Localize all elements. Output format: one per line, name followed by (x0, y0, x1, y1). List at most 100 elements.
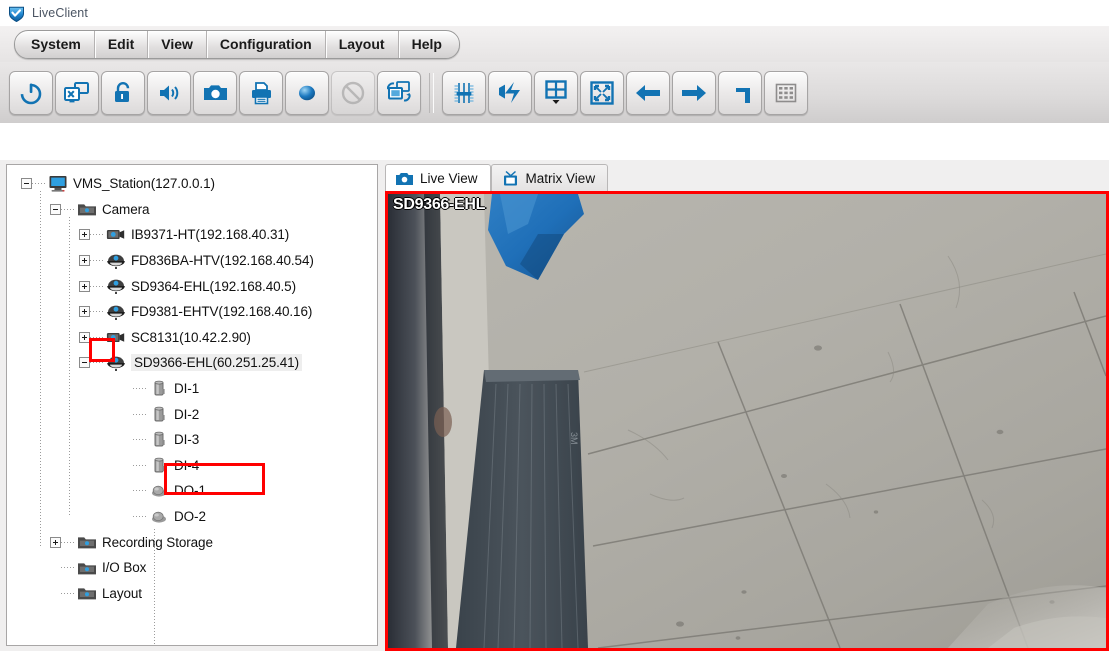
tree-connector-dash (61, 209, 75, 210)
tree-node[interactable]: SD9364-EHL(192.168.40.5) (7, 273, 377, 299)
tree-node-label: IB9371-HT(192.168.40.31) (131, 227, 289, 242)
folder-icon (77, 559, 97, 576)
tree-node-label: FD9381-EHTV(192.168.40.16) (131, 304, 312, 319)
collapse-toggle-icon[interactable] (50, 204, 61, 215)
video-canvas: 3M (388, 194, 1106, 648)
tree-connector-dash (61, 542, 75, 543)
tree-node-label: VMS_Station(127.0.0.1) (73, 176, 215, 191)
live-client-window: LiveClient System Edit View Configuratio… (0, 0, 1109, 651)
fast-playback-icon-button[interactable] (488, 71, 532, 115)
tree-node[interactable]: Recording Storage (7, 529, 377, 555)
tree-node-label: SD9366-EHL(60.251.25.41) (131, 354, 302, 371)
tv-icon (501, 170, 520, 187)
arrow-right-icon-button[interactable] (672, 71, 716, 115)
video-overlay-label: SD9366-EHL (393, 196, 485, 214)
device-tree: VMS_Station(127.0.0.1) Camera IB9371-HT(19… (7, 165, 377, 606)
menu-edit[interactable]: Edit (95, 31, 148, 58)
rotate-back-icon-button[interactable] (718, 71, 762, 115)
fullscreen-icon-button[interactable] (580, 71, 624, 115)
collapse-toggle-icon[interactable] (21, 178, 32, 189)
di-cylinder-icon (149, 431, 169, 448)
folder-icon (77, 585, 97, 602)
tree-node-label: DO-1 (174, 483, 206, 498)
tree-node[interactable]: FD836BA-HTV(192.168.40.54) (7, 248, 377, 274)
view-tabs: Live View Matrix View (385, 163, 608, 191)
tree-node-label: Layout (102, 586, 142, 601)
speaker-icon-button[interactable] (147, 71, 191, 115)
tree-node[interactable]: FD9381-EHTV(192.168.40.16) (7, 299, 377, 325)
device-tree-panel[interactable]: VMS_Station(127.0.0.1) Camera IB9371-HT(19… (6, 164, 378, 646)
tree-node[interactable]: DO-2 (7, 504, 377, 530)
menu-configuration[interactable]: Configuration (207, 31, 326, 58)
dome-camera-icon (106, 252, 126, 269)
tree-node-label: FD836BA-HTV(192.168.40.54) (131, 253, 314, 268)
tree-node-label: DI-4 (174, 458, 199, 473)
toolbar-separator (429, 73, 434, 113)
expand-toggle-icon[interactable] (79, 306, 90, 317)
expand-toggle-icon[interactable] (79, 332, 90, 343)
tree-connector-dash (90, 260, 104, 261)
tree-node[interactable]: SD9366-EHL(60.251.25.41) (7, 350, 377, 376)
tab-matrix-view[interactable]: Matrix View (491, 164, 609, 191)
tree-node[interactable]: Layout (7, 581, 377, 607)
monitor-icon (48, 175, 68, 192)
tree-node-label: DO-2 (174, 509, 206, 524)
tree-node[interactable]: DO-1 (7, 478, 377, 504)
tree-node[interactable]: DI-3 (7, 427, 377, 453)
collapse-toggle-icon[interactable] (79, 357, 90, 368)
power-icon-button[interactable] (9, 71, 53, 115)
arrow-left-icon-button[interactable] (626, 71, 670, 115)
tree-node[interactable]: DI-1 (7, 376, 377, 402)
menu-system[interactable]: System (15, 31, 95, 58)
expand-toggle-icon[interactable] (50, 537, 61, 548)
snapshot-camera-icon-button[interactable] (193, 71, 237, 115)
sync-monitor-icon-button[interactable] (377, 71, 421, 115)
tree-connector-dash (32, 183, 46, 184)
tab-live-view-label: Live View (420, 171, 478, 186)
title-bar: LiveClient (0, 0, 1109, 26)
tree-node[interactable]: Camera (7, 197, 377, 223)
grid-small-icon-button[interactable] (764, 71, 808, 115)
menu-view[interactable]: View (148, 31, 207, 58)
tree-node-label: Recording Storage (102, 535, 213, 550)
do-dome-icon (149, 482, 169, 499)
expand-toggle-icon[interactable] (79, 229, 90, 240)
tree-connector-dash (133, 388, 147, 389)
tree-connector-dash (90, 234, 104, 235)
camera-icon (395, 171, 414, 186)
tree-connector-dash (133, 439, 147, 440)
view-pane: Live View Matrix View (385, 160, 1109, 651)
print-icon-button[interactable] (239, 71, 283, 115)
no-entry-icon-button[interactable] (331, 71, 375, 115)
layout-grid-icon-button[interactable] (534, 71, 578, 115)
tree-connector-dash (90, 311, 104, 312)
tab-matrix-view-label: Matrix View (526, 171, 596, 186)
equalizer-icon-button[interactable] (442, 71, 486, 115)
tree-connector-dash (61, 567, 75, 568)
tree-node-label: DI-1 (174, 381, 199, 396)
tree-node[interactable]: IB9371-HT(192.168.40.31) (7, 222, 377, 248)
tree-connector-dash (133, 490, 147, 491)
disconnect-monitor-icon-button[interactable] (55, 71, 99, 115)
unlock-icon-button[interactable] (101, 71, 145, 115)
menu-help[interactable]: Help (399, 31, 459, 58)
menu-bar-area: System Edit View Configuration Layout He… (0, 26, 1109, 62)
tree-node[interactable]: I/O Box (7, 555, 377, 581)
menu-bar: System Edit View Configuration Layout He… (14, 30, 460, 59)
record-dot-icon-button[interactable] (285, 71, 329, 115)
toolbar (0, 62, 1109, 123)
menu-layout[interactable]: Layout (326, 31, 399, 58)
expand-toggle-icon[interactable] (79, 281, 90, 292)
tree-connector-dash (133, 414, 147, 415)
tree-node[interactable]: VMS_Station(127.0.0.1) (7, 171, 377, 197)
tab-live-view[interactable]: Live View (385, 164, 491, 191)
toolbar-group-view (441, 71, 809, 115)
expand-toggle-icon[interactable] (79, 255, 90, 266)
tree-node-label: I/O Box (102, 560, 146, 575)
tree-node[interactable]: SC8131(10.42.2.90) (7, 325, 377, 351)
tree-node[interactable]: DI-4 (7, 453, 377, 479)
di-cylinder-icon (149, 380, 169, 397)
tree-connector-dash (90, 286, 104, 287)
live-video-frame[interactable]: 3M (385, 191, 1109, 651)
tree-node[interactable]: DI-2 (7, 401, 377, 427)
